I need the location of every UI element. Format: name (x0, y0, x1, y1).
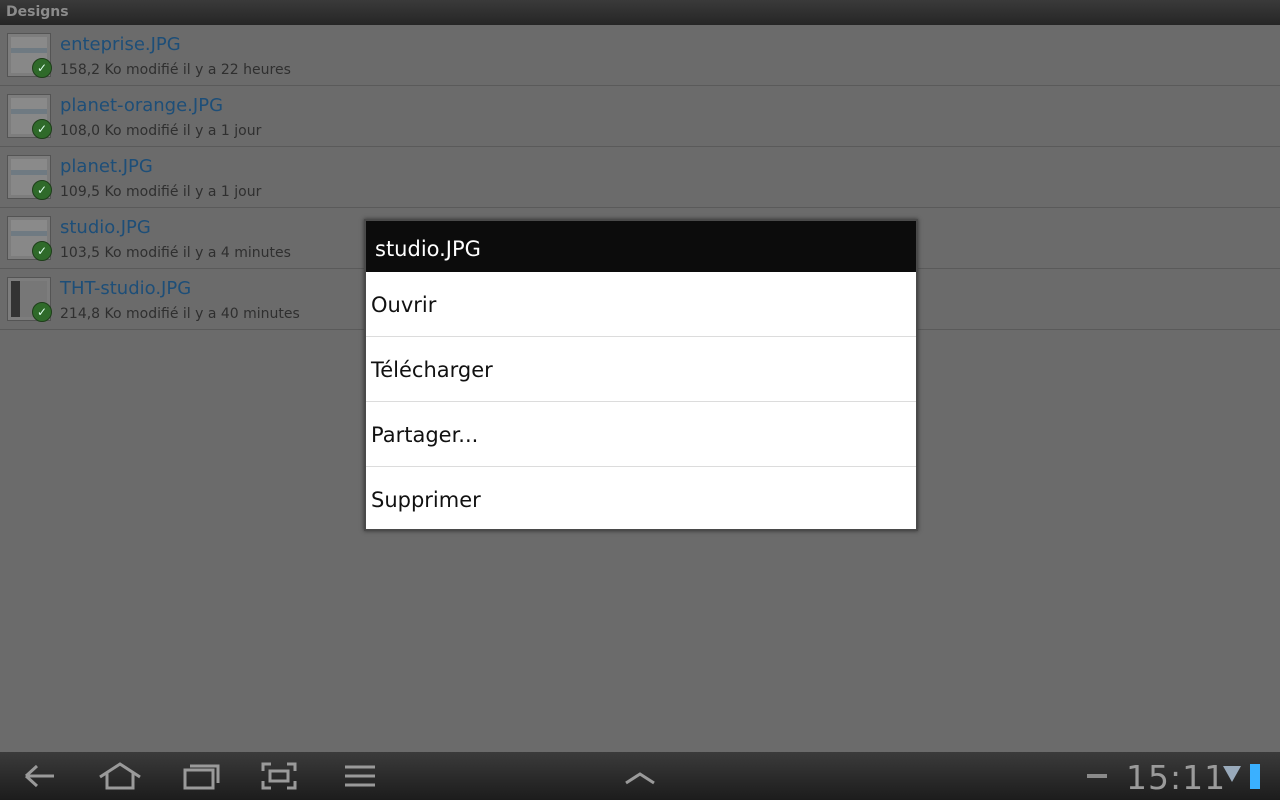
menu-item-download[interactable]: Télécharger (366, 337, 916, 402)
recent-apps-icon (183, 764, 220, 790)
back-button[interactable] (18, 760, 62, 792)
synced-check-icon: ✓ (32, 241, 52, 261)
menu-item-open[interactable]: Ouvrir (366, 272, 916, 337)
synced-check-icon: ✓ (32, 302, 52, 322)
file-thumbnail: ✓ (7, 33, 52, 78)
file-thumbnail: ✓ (7, 277, 52, 322)
notification-indicator[interactable] (1087, 774, 1107, 778)
system-bar: 15:11 (0, 752, 1280, 800)
show-more-button[interactable] (618, 760, 662, 792)
recent-apps-button[interactable] (179, 760, 223, 792)
screenshot-button[interactable] (257, 760, 301, 792)
file-thumbnail: ✓ (7, 155, 52, 200)
app-title-bar: Designs (0, 0, 1280, 25)
menu-item-share[interactable]: Partager... (366, 402, 916, 467)
battery-icon[interactable] (1250, 764, 1260, 789)
synced-check-icon: ✓ (32, 180, 52, 200)
synced-check-icon: ✓ (32, 58, 52, 78)
screenshot-icon (261, 762, 297, 790)
app-title: Designs (6, 4, 69, 20)
home-icon (99, 762, 141, 790)
file-name: studio.JPG (60, 217, 151, 238)
dialog-title: studio.JPG (366, 221, 916, 272)
file-meta: 103,5 Ko modifié il y a 4 minutes (60, 245, 291, 261)
back-icon (24, 764, 54, 788)
file-name: planet.JPG (60, 156, 153, 177)
clock[interactable]: 15:11 (1126, 758, 1226, 797)
file-thumbnail: ✓ (7, 94, 52, 139)
chevron-up-icon (625, 772, 655, 785)
file-name: enteprise.JPG (60, 34, 181, 55)
menu-button[interactable] (338, 760, 382, 792)
list-item[interactable]: ✓ planet-orange.JPG 108,0 Ko modifié il … (0, 86, 1280, 147)
list-item[interactable]: ✓ enteprise.JPG 158,2 Ko modifié il y a … (0, 25, 1280, 86)
file-meta: 214,8 Ko modifié il y a 40 minutes (60, 306, 300, 322)
signal-icon[interactable] (1223, 766, 1241, 782)
file-name: planet-orange.JPG (60, 95, 224, 116)
file-meta: 108,0 Ko modifié il y a 1 jour (60, 123, 262, 139)
file-meta: 158,2 Ko modifié il y a 22 heures (60, 62, 291, 78)
list-item[interactable]: ✓ planet.JPG 109,5 Ko modifié il y a 1 j… (0, 147, 1280, 208)
menu-icon (345, 765, 375, 787)
file-meta: 109,5 Ko modifié il y a 1 jour (60, 184, 262, 200)
context-menu-dialog: studio.JPG Ouvrir Télécharger Partager..… (364, 219, 918, 531)
file-thumbnail: ✓ (7, 216, 52, 261)
menu-item-delete[interactable]: Supprimer (366, 467, 916, 530)
home-button[interactable] (98, 760, 142, 792)
synced-check-icon: ✓ (32, 119, 52, 139)
file-name: THT-studio.JPG (60, 278, 192, 299)
